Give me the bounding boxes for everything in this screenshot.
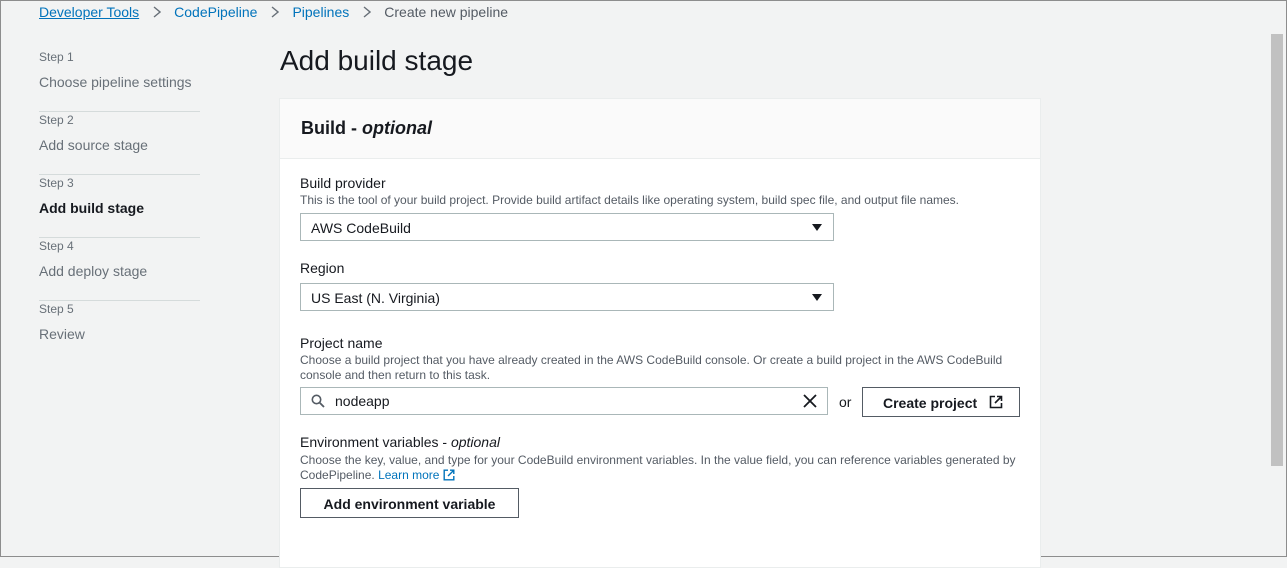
wizard-step-2[interactable]: Step 2 Add source stage: [39, 112, 200, 175]
wizard-step-4: Step 4 Add deploy stage: [39, 238, 200, 301]
build-panel: Build - optional Build provider This is …: [279, 98, 1041, 568]
caret-down-icon: [812, 224, 822, 231]
chevron-right-icon: [363, 6, 372, 18]
wizard-step-5: Step 5 Review: [39, 301, 200, 364]
project-name-search: [300, 387, 828, 415]
step-number: Step 5: [39, 302, 74, 316]
project-name-input[interactable]: [335, 391, 785, 411]
build-provider-value: AWS CodeBuild: [311, 220, 411, 236]
breadcrumb-pipelines[interactable]: Pipelines: [292, 4, 349, 20]
step-number: Step 4: [39, 239, 74, 253]
or-text: or: [839, 394, 852, 410]
create-project-label: Create project: [883, 395, 978, 411]
env-vars-label: Environment variables - optional: [300, 434, 500, 450]
step-title: Add build stage: [39, 200, 144, 216]
search-icon: [311, 394, 325, 408]
wizard-step-3: Step 3 Add build stage: [39, 175, 200, 238]
project-name-description: Choose a build project that you have alr…: [300, 353, 1003, 382]
build-provider-description: This is the tool of your build project. …: [300, 193, 960, 207]
close-icon[interactable]: [802, 393, 818, 409]
page-title: Add build stage: [280, 45, 474, 76]
breadcrumb-codepipeline[interactable]: CodePipeline: [174, 4, 257, 20]
breadcrumb-current: Create new pipeline: [384, 4, 509, 20]
step-number: Step 1: [39, 50, 74, 64]
step-title: Review: [39, 326, 85, 342]
external-link-icon: [443, 469, 455, 481]
panel-title: Build - optional: [301, 118, 432, 138]
build-panel-header: Build - optional: [280, 99, 1040, 159]
breadcrumb: Developer Tools CodePipeline Pipelines C…: [39, 4, 508, 20]
step-title: Add deploy stage: [39, 263, 148, 279]
region-label: Region: [300, 260, 345, 276]
project-name-label: Project name: [300, 335, 383, 351]
step-title: Choose pipeline settings: [39, 74, 192, 90]
add-environment-variable-button[interactable]: Add environment variable: [300, 488, 519, 518]
chevron-right-icon: [153, 6, 162, 18]
env-vars-description: Choose the key, value, and type for your…: [300, 453, 1016, 482]
build-provider-label: Build provider: [300, 175, 386, 191]
step-number: Step 2: [39, 113, 74, 127]
external-link-icon: [989, 395, 1003, 409]
create-project-button[interactable]: Create project: [862, 387, 1020, 417]
scrollbar-thumb[interactable]: [1271, 34, 1283, 466]
step-title: Add source stage: [39, 137, 148, 153]
breadcrumb-developer-tools[interactable]: Developer Tools: [39, 4, 139, 20]
region-select[interactable]: US East (N. Virginia): [300, 283, 834, 311]
wizard-step-1[interactable]: Step 1 Choose pipeline settings: [39, 49, 200, 112]
add-environment-variable-label: Add environment variable: [323, 496, 496, 512]
wizard-steps: Step 1 Choose pipeline settings Step 2 A…: [39, 49, 200, 364]
step-number: Step 3: [39, 176, 74, 190]
region-value: US East (N. Virginia): [311, 290, 440, 306]
chevron-right-icon: [271, 6, 280, 18]
learn-more-link[interactable]: Learn more: [378, 468, 439, 482]
build-provider-select[interactable]: AWS CodeBuild: [300, 213, 834, 241]
caret-down-icon: [812, 294, 822, 301]
